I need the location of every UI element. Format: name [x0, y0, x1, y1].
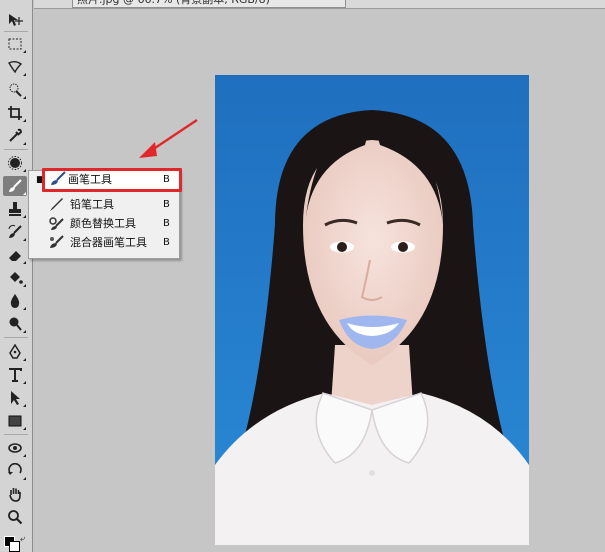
paint-bucket-tool-icon[interactable]	[3, 268, 27, 288]
background-color-swatch[interactable]	[9, 541, 20, 552]
zoom-tool-icon[interactable]	[3, 507, 27, 527]
path-selection-tool-icon[interactable]	[3, 388, 27, 408]
document-tab[interactable]: 照片.jpg @ 66.7% (背景副本, RGB/8)	[72, 0, 346, 8]
highlighted-brush-tool-label[interactable]: 画笔工具	[68, 171, 112, 189]
brush-tool-icon[interactable]	[3, 176, 27, 196]
pencil-icon	[50, 198, 63, 211]
rectangle-tool-icon[interactable]	[3, 411, 27, 431]
clone-stamp-tool-icon[interactable]	[3, 199, 27, 219]
red-arrow-annotation	[139, 119, 198, 158]
eyedropper-tool-icon[interactable]	[3, 126, 27, 146]
history-brush-tool-icon[interactable]	[3, 222, 27, 242]
3d-rotate-tool-icon[interactable]	[3, 438, 27, 458]
3d-orbit-tool-icon[interactable]	[3, 461, 27, 481]
mixer-brush-icon	[50, 235, 64, 248]
canvas-photo	[215, 75, 529, 545]
color-swatches[interactable]: ⤶	[2, 530, 30, 552]
quick-selection-tool-icon[interactable]	[3, 80, 27, 100]
pen-tool-icon[interactable]	[3, 342, 27, 362]
eraser-tool-icon[interactable]	[3, 245, 27, 265]
highlight-brush-tool-box: 画笔工具 B	[42, 168, 182, 192]
marquee-tool-icon[interactable]	[3, 34, 27, 54]
menu-item-mixer-brush-tool[interactable]: 混合器画笔工具 B	[29, 233, 179, 252]
menu-item-color-replacement-tool[interactable]: 颜色替换工具 B	[29, 214, 179, 233]
color-replacement-icon	[49, 217, 64, 230]
crop-tool-icon[interactable]	[3, 103, 27, 123]
menu-item-pencil-tool[interactable]: 铅笔工具 B	[29, 195, 179, 214]
brush-icon	[51, 171, 66, 185]
highlighted-brush-tool-key: B	[163, 174, 170, 185]
portrait-image	[215, 75, 529, 545]
move-tool-icon[interactable]	[3, 10, 27, 30]
type-tool-icon[interactable]	[3, 365, 27, 385]
hand-tool-icon[interactable]	[3, 484, 27, 504]
blur-tool-icon[interactable]	[3, 291, 27, 311]
dodge-tool-icon[interactable]	[3, 314, 27, 334]
spot-healing-tool-icon[interactable]	[3, 153, 27, 173]
lasso-tool-icon[interactable]	[3, 57, 27, 77]
document-tab-strip: 照片.jpg @ 66.7% (背景副本, RGB/8)	[34, 0, 605, 9]
swap-colors-icon[interactable]: ⤶	[20, 534, 25, 544]
tools-panel: ⤶	[0, 0, 33, 552]
